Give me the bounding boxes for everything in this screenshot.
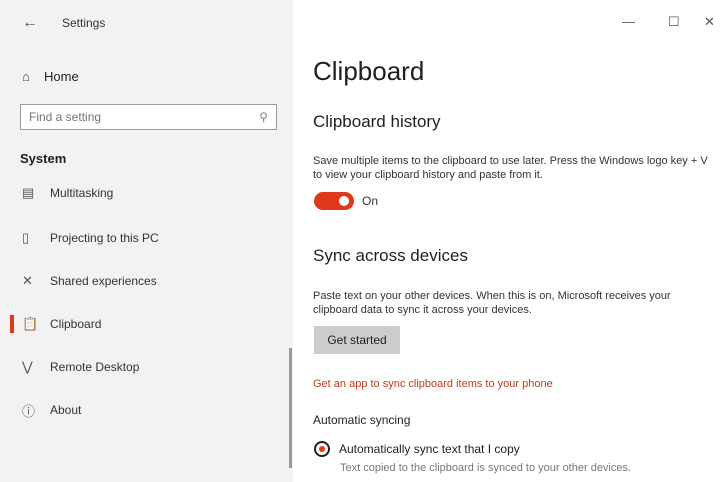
info-icon: ⓘ <box>22 403 36 419</box>
maximize-button[interactable]: ☐ <box>668 14 680 30</box>
radio-selected-dot <box>319 446 325 452</box>
sync-description: Paste text on your other devices. When t… <box>313 290 671 316</box>
sidebar-item-about[interactable]: ⓘ About <box>0 393 292 427</box>
toggle-state-label: On <box>362 194 379 208</box>
automatic-syncing-label: Automatic syncing <box>313 413 411 427</box>
phone-sync-link[interactable]: Get an app to sync clipboard items to yo… <box>313 378 553 390</box>
shared-experiences-icon: ✕ <box>22 273 33 288</box>
title-bar: ← Settings — ☐ ✕ <box>0 0 724 44</box>
sidebar-item-shared-experiences[interactable]: ✕ Shared experiences <box>0 264 292 298</box>
auto-sync-radio-label: Automatically sync text that I copy <box>339 442 520 456</box>
sidebar-item-projecting[interactable]: ▯ Projecting to this PC <box>0 221 292 255</box>
multitasking-icon: ▤ <box>22 185 35 200</box>
sidebar-item-label: Projecting to this PC <box>50 231 159 245</box>
toggle-knob <box>339 196 349 206</box>
section-label: System <box>20 151 67 166</box>
sidebar-item-remote-desktop[interactable]: ⋁ Remote Desktop <box>0 350 292 384</box>
search-input[interactable] <box>29 110 229 124</box>
clipboard-icon: 📋 <box>22 316 39 331</box>
back-arrow-icon[interactable]: ← <box>22 14 38 32</box>
page-title: Clipboard <box>313 56 425 86</box>
window-title: Settings <box>62 16 106 30</box>
search-box[interactable]: ⚲ <box>20 104 277 130</box>
sidebar-item-label: Home <box>44 68 79 84</box>
sync-heading: Sync across devices <box>313 246 468 265</box>
sidebar-item-label: Shared experiences <box>50 274 157 288</box>
sidebar-item-home[interactable]: ⌂ Home <box>22 65 282 87</box>
home-icon: ⌂ <box>22 68 30 84</box>
sidebar-item-label: Remote Desktop <box>50 360 140 374</box>
remote-desktop-icon: ⋁ <box>22 359 33 374</box>
projecting-icon: ▯ <box>22 230 30 245</box>
sidebar-item-multitasking[interactable]: ▤ Multitasking <box>0 176 292 210</box>
sidebar-item-label: Multitasking <box>50 186 114 200</box>
auto-sync-radio[interactable] <box>314 441 330 457</box>
auto-sync-radio-row[interactable]: Automatically sync text that I copy <box>314 441 520 457</box>
sidebar-item-clipboard[interactable]: 📋 Clipboard <box>0 307 292 341</box>
minimize-button[interactable]: — <box>622 14 635 29</box>
get-started-button[interactable]: Get started <box>314 326 400 354</box>
clipboard-history-toggle-row: On <box>314 192 378 210</box>
sidebar-item-label: About <box>50 403 82 417</box>
clipboard-history-toggle[interactable] <box>314 192 354 210</box>
search-icon[interactable]: ⚲ <box>259 110 268 124</box>
sidebar-item-label: Clipboard <box>50 317 102 331</box>
auto-sync-hint: Text copied to the clipboard is synced t… <box>340 462 632 474</box>
close-button[interactable]: ✕ <box>704 14 715 30</box>
sidebar-scrollbar[interactable] <box>289 348 292 468</box>
clipboard-history-description: Save multiple items to the clipboard to … <box>313 155 708 181</box>
clipboard-history-heading: Clipboard history <box>313 112 441 131</box>
